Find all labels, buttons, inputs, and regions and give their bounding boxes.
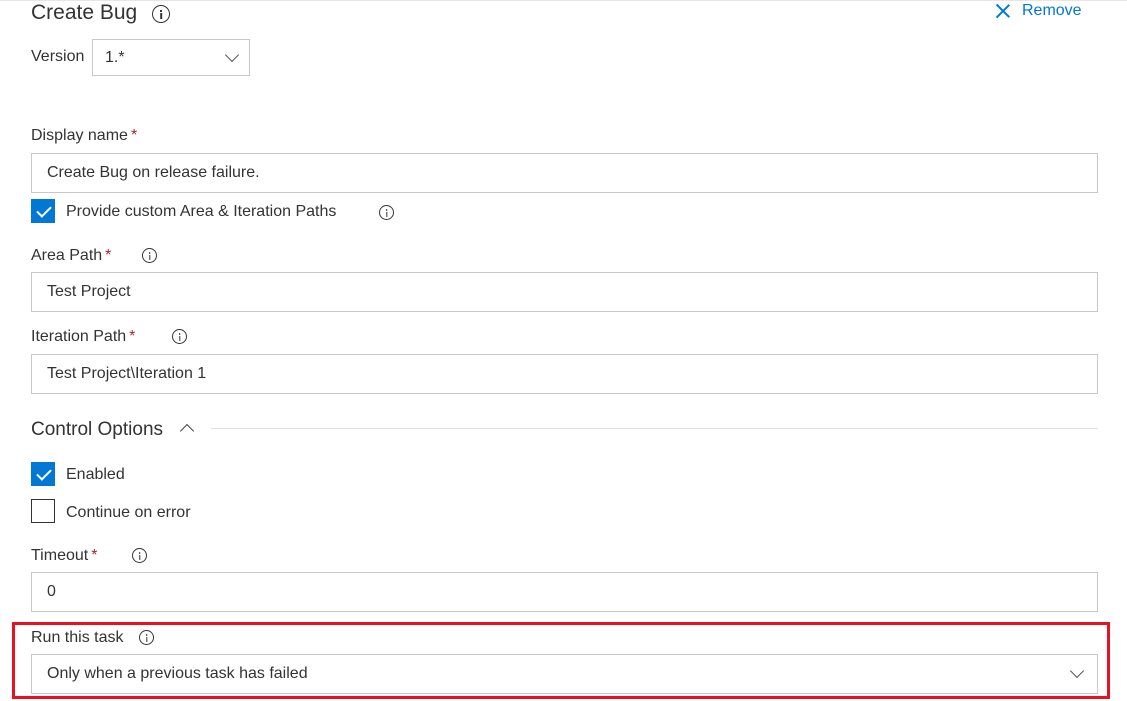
section-divider xyxy=(211,428,1098,429)
info-icon[interactable] xyxy=(139,630,154,645)
chevron-up-icon[interactable] xyxy=(179,423,195,439)
remove-label: Remove xyxy=(1022,2,1082,19)
run-this-task-select[interactable]: Only when a previous task has failed xyxy=(31,654,1098,694)
info-icon[interactable] xyxy=(172,329,187,344)
display-name-label-text: Display name xyxy=(31,127,128,144)
area-path-input[interactable]: Test Project xyxy=(31,272,1098,312)
control-options-title[interactable]: Control Options xyxy=(31,418,163,442)
timeout-label: Timeout * xyxy=(31,546,97,566)
required-mark: * xyxy=(91,547,98,564)
info-icon[interactable] xyxy=(142,248,157,263)
top-border xyxy=(0,0,1127,1)
run-this-task-label: Run this task xyxy=(31,629,124,646)
area-path-label-text: Area Path xyxy=(31,247,103,264)
version-value: 1.* xyxy=(105,49,125,66)
page-title: Create Bug xyxy=(31,1,138,24)
remove-button[interactable]: Remove xyxy=(996,0,1082,22)
custom-paths-label: Provide custom Area & Iteration Paths xyxy=(66,203,337,220)
version-select[interactable]: 1.* xyxy=(92,39,250,76)
chevron-down-icon xyxy=(224,47,240,63)
required-mark: * xyxy=(129,328,136,345)
enabled-label: Enabled xyxy=(66,466,125,483)
timeout-label-text: Timeout xyxy=(31,547,89,564)
display-name-label: Display name * xyxy=(31,126,137,146)
iteration-path-input[interactable]: Test Project\Iteration 1 xyxy=(31,354,1098,394)
version-label: Version xyxy=(31,48,85,65)
display-name-input[interactable]: Create Bug on release failure. xyxy=(31,153,1098,193)
area-path-label: Area Path * xyxy=(31,246,111,266)
enabled-checkbox[interactable] xyxy=(31,462,55,486)
custom-paths-checkbox[interactable] xyxy=(31,199,55,223)
required-mark: * xyxy=(105,247,112,264)
info-icon[interactable] xyxy=(132,548,147,563)
info-icon[interactable] xyxy=(379,205,394,220)
info-icon[interactable] xyxy=(152,5,170,23)
timeout-value: 0 xyxy=(47,583,56,600)
continue-on-error-label: Continue on error xyxy=(66,504,191,521)
timeout-input[interactable]: 0 xyxy=(31,572,1098,612)
close-icon xyxy=(996,4,1010,18)
continue-on-error-checkbox[interactable] xyxy=(31,499,55,523)
iteration-path-label: Iteration Path * xyxy=(31,327,135,347)
iteration-path-label-text: Iteration Path xyxy=(31,328,127,345)
chevron-down-icon xyxy=(1069,663,1085,679)
area-path-value: Test Project xyxy=(47,283,131,300)
run-this-task-value: Only when a previous task has failed xyxy=(47,665,308,682)
display-name-value: Create Bug on release failure. xyxy=(47,164,260,181)
required-mark: * xyxy=(130,127,138,144)
iteration-path-value: Test Project\Iteration 1 xyxy=(47,365,207,382)
